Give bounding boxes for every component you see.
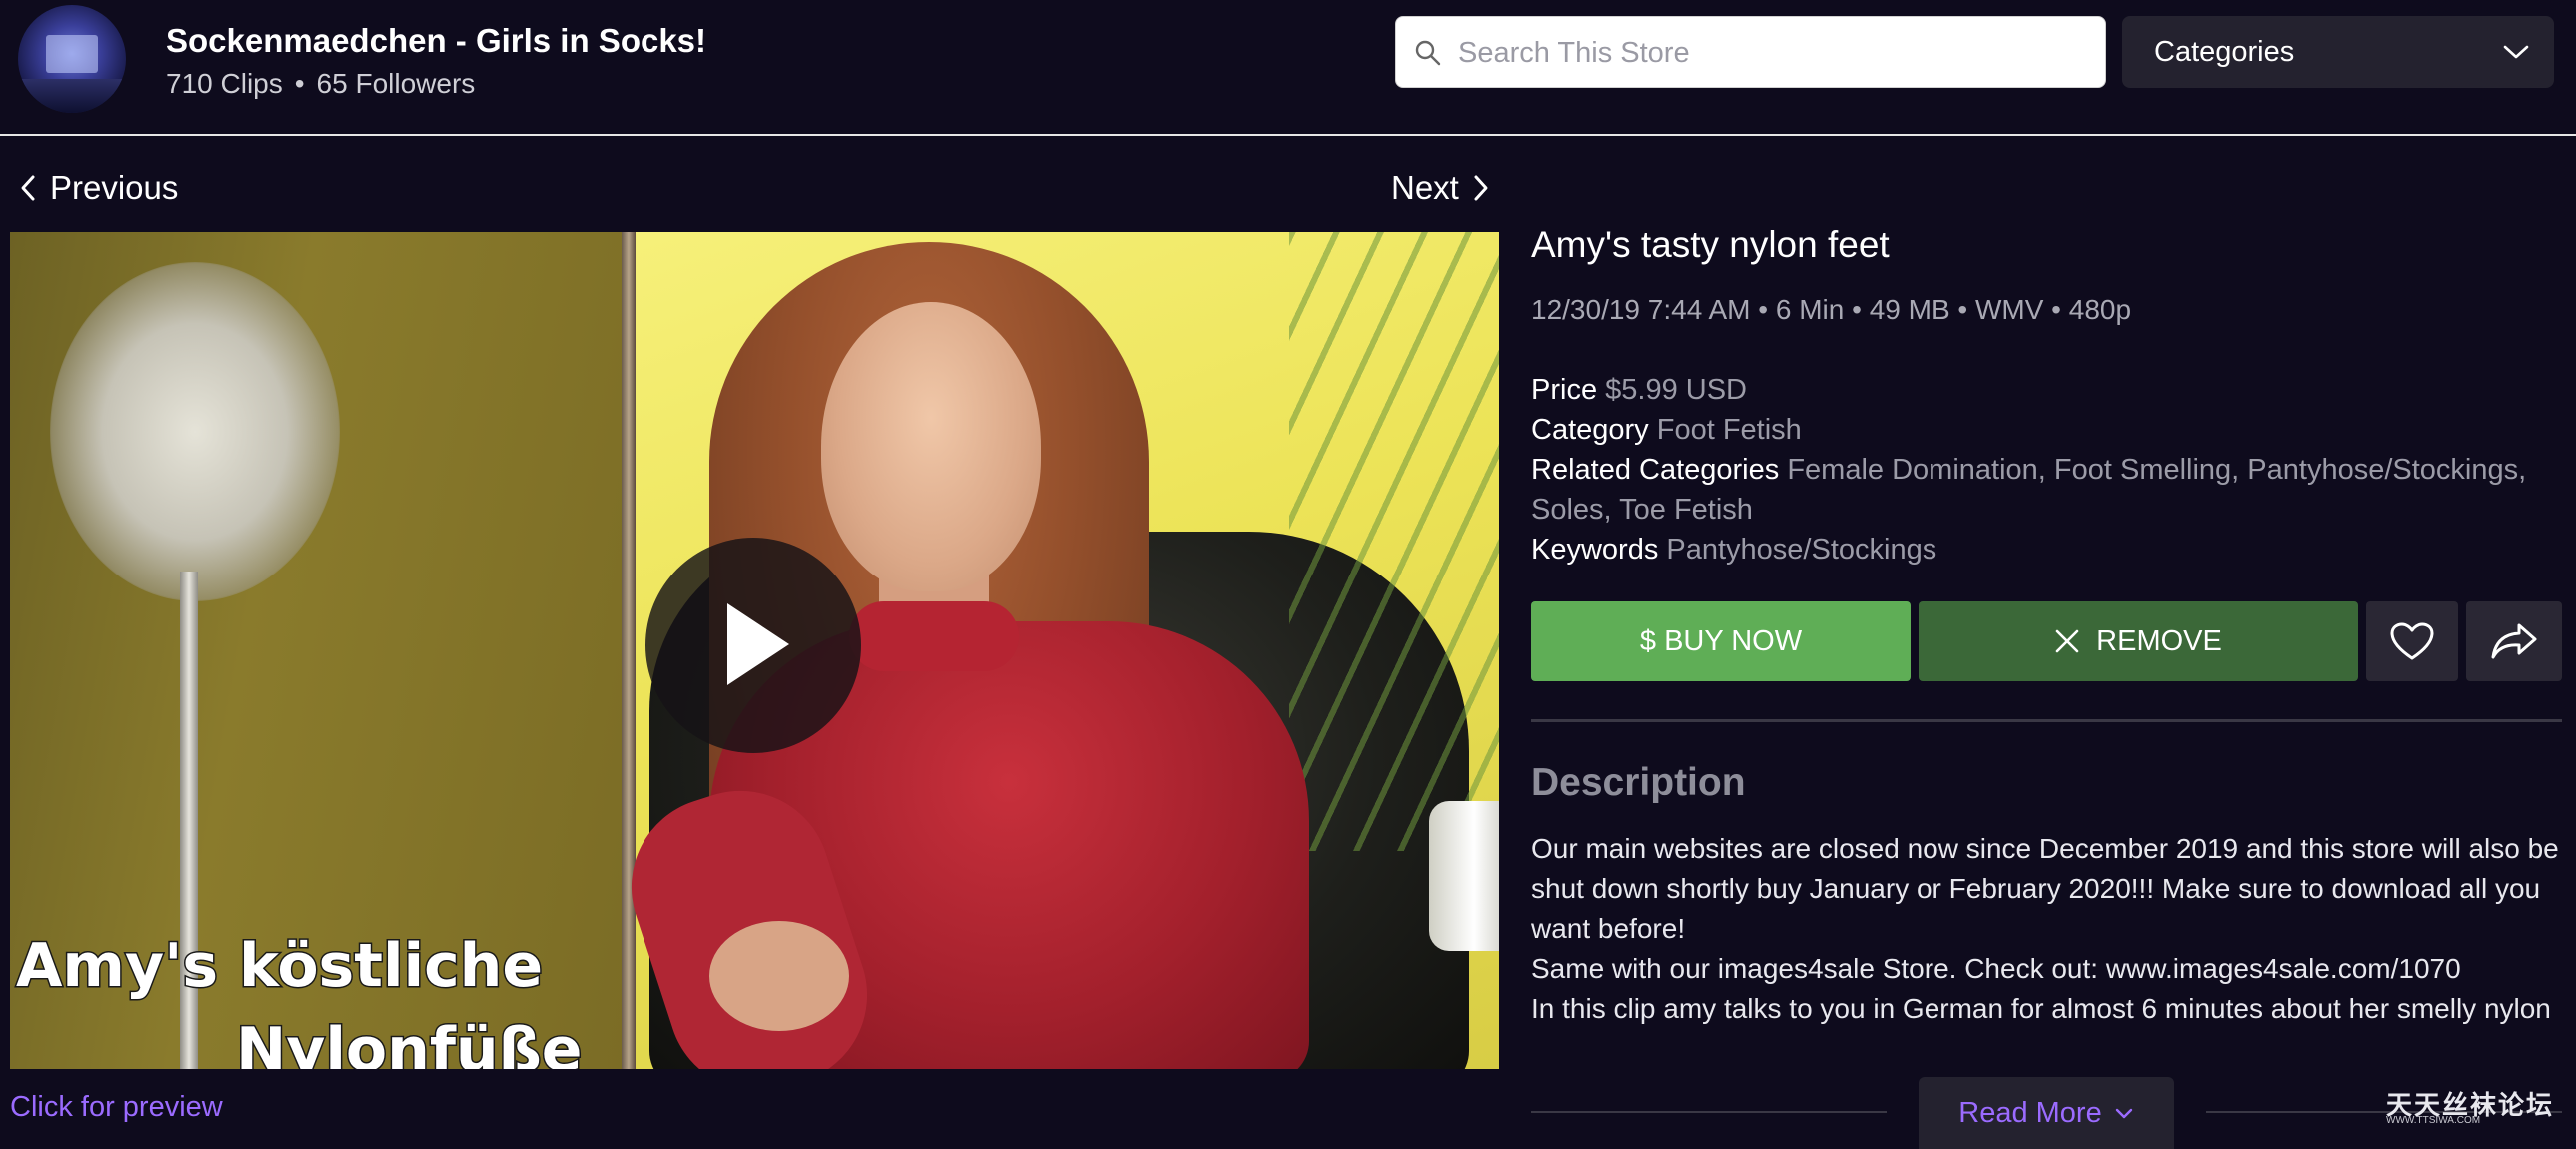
category-label: Category [1531, 414, 1649, 446]
previous-label: Previous [50, 169, 179, 206]
buy-now-label: $ BUY NOW [1639, 624, 1803, 657]
clip-meta: 12/30/19 7:44 AM • 6 Min • 49 MB • WMV •… [1531, 294, 2132, 325]
keywords-value[interactable]: Pantyhose/Stockings [1666, 534, 1936, 566]
video-caption-line2: Nylonfüße [235, 1014, 584, 1070]
description-paragraph: Same with our images4sale Store. Check o… [1531, 953, 2461, 984]
search-input[interactable] [1458, 31, 2087, 75]
store-header: Sockenmaedchen - Girls in Socks! 710 Cli… [0, 0, 2576, 136]
categories-dropdown[interactable]: Categories [2122, 16, 2554, 88]
store-stats: 710 Clips • 65 Followers [166, 68, 475, 100]
video-person-face [821, 302, 1041, 591]
watermark-subtext: WWW.TTSIWA.COM [2386, 1115, 2481, 1126]
search-icon [1415, 40, 1441, 66]
play-button[interactable] [645, 538, 861, 753]
previous-button[interactable]: Previous [18, 166, 178, 210]
heart-icon [2390, 622, 2434, 660]
video-plant-shape [1289, 232, 1499, 851]
category-row: Category Foot Fetish [1531, 410, 1802, 450]
clips-count: 710 Clips [166, 68, 283, 99]
related-categories-label: Related Categories [1531, 454, 1780, 486]
play-icon [727, 603, 789, 685]
avatar-floor-shape [18, 79, 126, 113]
chevron-right-icon [1474, 175, 1488, 201]
video-caption-line1: Amy's köstliche [14, 930, 544, 1003]
price-row: Price $5.99 USD [1531, 370, 1747, 410]
description-paragraph: Our main websites are closed now since D… [1531, 833, 2559, 944]
next-button[interactable]: Next [1391, 166, 1491, 210]
video-preview[interactable]: Amy's köstliche Nylonfüße [10, 232, 1499, 1069]
categories-label: Categories [2154, 36, 2295, 68]
favorite-button[interactable] [2366, 601, 2458, 681]
read-more-button[interactable]: Read More [1919, 1077, 2174, 1149]
store-title[interactable]: Sockenmaedchen - Girls in Socks! [166, 22, 706, 60]
close-icon [2055, 629, 2079, 653]
read-more-label: Read More [1958, 1096, 2102, 1129]
description-heading: Description [1531, 761, 1746, 804]
clip-title: Amy's tasty nylon feet [1531, 224, 1890, 265]
search-box[interactable] [1395, 16, 2106, 88]
next-label: Next [1391, 169, 1459, 206]
video-fan-shape [50, 262, 340, 601]
buy-now-button[interactable]: $ BUY NOW [1531, 601, 1911, 681]
price-value: $5.99 USD [1605, 374, 1747, 406]
related-categories-row: Related Categories Female Domination, Fo… [1531, 450, 2540, 530]
chevron-down-icon [2503, 45, 2529, 59]
share-button[interactable] [2466, 601, 2562, 681]
video-wall-divider [622, 232, 636, 1069]
stats-separator: • [294, 68, 305, 99]
section-divider [1531, 719, 2562, 722]
followers-count[interactable]: 65 Followers [317, 68, 476, 99]
chevron-left-icon [21, 175, 35, 201]
video-pot-shape [1429, 801, 1499, 951]
video-person-collar [849, 601, 1019, 671]
description-paragraph: In this clip amy talks to you in German … [1531, 993, 2551, 1024]
chevron-down-icon [2115, 1108, 2132, 1119]
price-label: Price [1531, 374, 1598, 406]
share-icon [2491, 623, 2537, 659]
keywords-label: Keywords [1531, 534, 1659, 566]
read-more-divider-left [1531, 1111, 1887, 1113]
remove-label: REMOVE [2096, 624, 2222, 657]
store-avatar[interactable] [18, 5, 126, 113]
click-for-preview-link[interactable]: Click for preview [10, 1091, 223, 1124]
video-person-hand [709, 921, 849, 1031]
description-body: Our main websites are closed now since D… [1531, 829, 2564, 1029]
category-value[interactable]: Foot Fetish [1657, 414, 1802, 446]
avatar-stage-shape [46, 35, 98, 73]
remove-button[interactable]: REMOVE [1919, 601, 2358, 681]
keywords-row: Keywords Pantyhose/Stockings [1531, 530, 1936, 570]
